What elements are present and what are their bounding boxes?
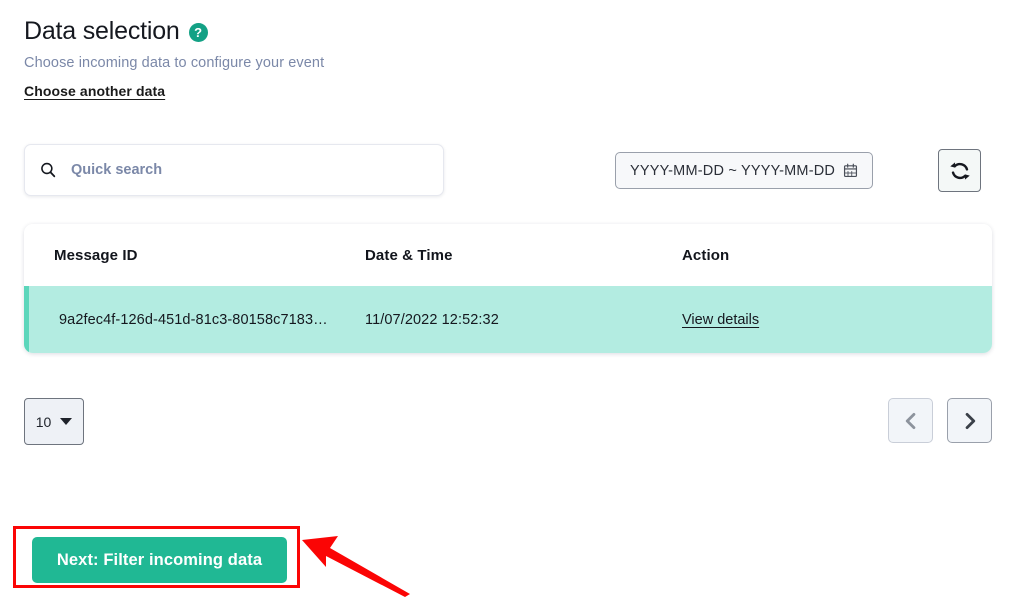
next-button-highlight-box: Next: Filter incoming data [13,526,300,588]
view-details-link[interactable]: View details [682,312,759,328]
choose-another-data-link[interactable]: Choose another data [24,83,165,99]
controls-row: YYYY-MM-DD ~ YYYY-MM-DD [24,144,992,196]
next-page-button[interactable] [947,398,992,443]
pager-buttons [888,398,992,443]
data-table: Message ID Date & Time Action 9a2fec4f-1… [24,224,992,353]
page-header: Data selection ? Choose incoming data to… [24,18,324,101]
refresh-icon [949,160,971,182]
calendar-icon [843,163,858,178]
refresh-button[interactable] [938,149,981,192]
column-header-message-id: Message ID [54,247,365,264]
page-size-select[interactable]: 10 [24,398,84,445]
date-range-value: YYYY-MM-DD ~ YYYY-MM-DD [630,163,835,179]
chevron-down-icon [60,418,72,425]
page-title: Data selection [24,18,180,46]
column-header-date-time: Date & Time [365,247,682,264]
column-header-action: Action [682,247,992,264]
cell-action: View details [682,311,992,329]
page-subtitle: Choose incoming data to configure your e… [24,55,324,71]
next-filter-incoming-data-button[interactable]: Next: Filter incoming data [32,537,287,583]
cell-message-id: 9a2fec4f-126d-451d-81c3-80158c7183… [59,312,365,328]
chevron-left-icon [901,410,921,432]
cell-date-time: 11/07/2022 12:52:32 [365,312,682,328]
date-range-picker[interactable]: YYYY-MM-DD ~ YYYY-MM-DD [615,152,873,189]
search-box[interactable] [24,144,444,196]
title-row: Data selection ? [24,18,324,46]
pagination-bar: 10 [24,398,992,446]
table-header-row: Message ID Date & Time Action [24,224,992,286]
search-icon [39,161,57,179]
table-row[interactable]: 9a2fec4f-126d-451d-81c3-80158c7183… 11/0… [24,286,992,353]
previous-page-button[interactable] [888,398,933,443]
help-circle-icon[interactable]: ? [189,23,208,42]
chevron-right-icon [960,410,980,432]
page-size-value: 10 [36,414,52,430]
search-input[interactable] [71,162,429,178]
annotation-arrow-icon [300,520,410,597]
